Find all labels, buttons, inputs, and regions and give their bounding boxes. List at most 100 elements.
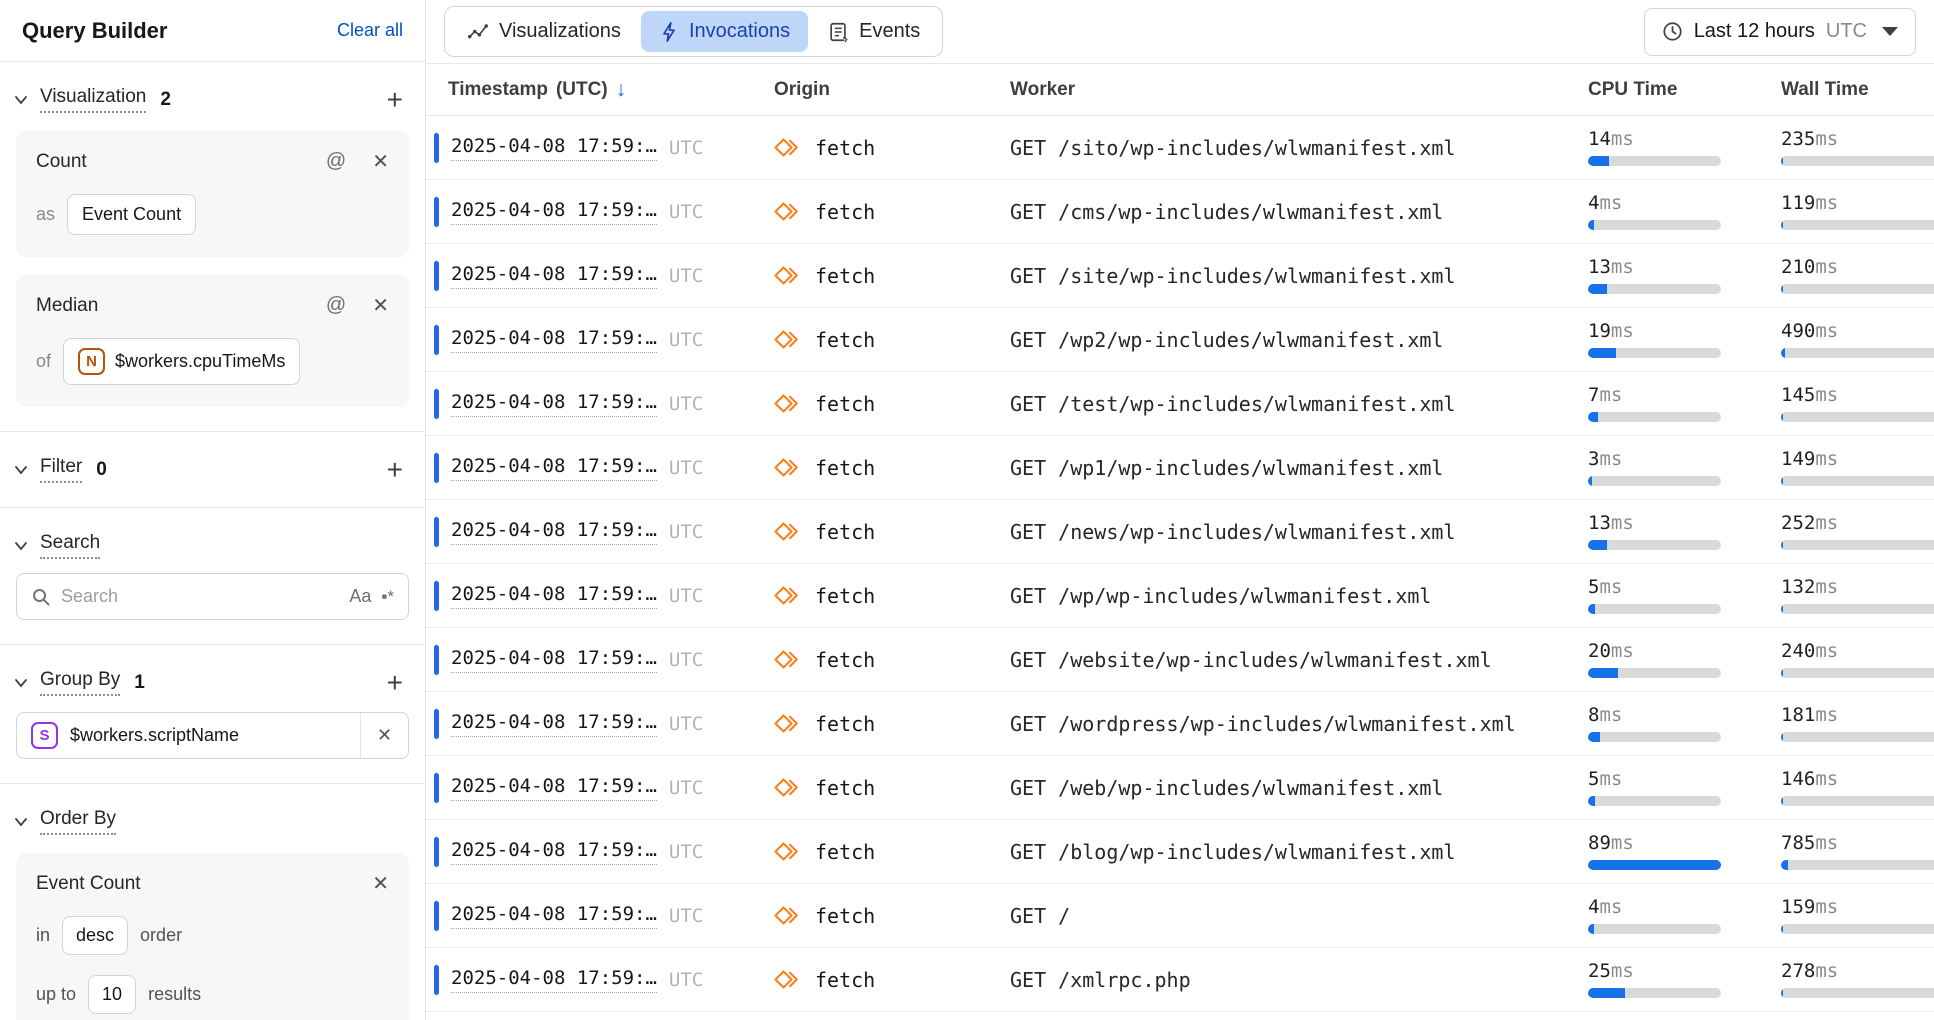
wall-time-cell: 159ms	[1781, 898, 1934, 934]
worker-cell: GET /web/wp-includes/wlwmanifest.xml	[1010, 776, 1588, 800]
timestamp-value[interactable]: 2025-04-08 17:59:…	[451, 583, 657, 609]
timestamp-value[interactable]: 2025-04-08 17:59:…	[451, 903, 657, 929]
chevron-down-icon[interactable]	[14, 95, 28, 105]
timestamp-value[interactable]: 2025-04-08 17:59:…	[451, 327, 657, 353]
table-row[interactable]: 2025-04-08 17:59:… UTC fetch GET /wp/wp-…	[426, 564, 1934, 628]
table-row[interactable]: 2025-04-08 17:59:… UTC fetch GET /sito/w…	[426, 116, 1934, 180]
cpu-time-bar	[1588, 348, 1721, 358]
table-row[interactable]: 2025-04-08 17:59:… UTC fetch GET / 4ms 1…	[426, 884, 1934, 948]
column-header-cpu-time[interactable]: CPU Time	[1588, 79, 1781, 101]
chevron-down-icon[interactable]	[14, 541, 28, 551]
column-header-wall-time[interactable]: Wall Time	[1781, 79, 1934, 101]
remove-group-by-icon[interactable]: ✕	[360, 713, 408, 758]
timestamp-value[interactable]: 2025-04-08 17:59:…	[451, 967, 657, 993]
filter-section-label[interactable]: Filter	[40, 456, 82, 483]
timestamp-value[interactable]: 2025-04-08 17:59:…	[451, 135, 657, 161]
match-case-icon[interactable]: Aa	[349, 586, 371, 607]
worker-request: GET /sito/wp-includes/wlwmanifest.xml	[1010, 136, 1456, 160]
chevron-down-icon[interactable]	[14, 678, 28, 688]
at-icon[interactable]: @	[326, 150, 346, 173]
add-filter-button[interactable]: +	[387, 460, 403, 480]
cpu-time-cell: 3ms	[1588, 450, 1781, 486]
column-header-origin[interactable]: Origin	[774, 79, 1010, 101]
worker-cell: GET /wp1/wp-includes/wlwmanifest.xml	[1010, 456, 1588, 480]
timestamp-value[interactable]: 2025-04-08 17:59:…	[451, 391, 657, 417]
row-indicator-bar	[434, 197, 439, 227]
wall-time-value: 119	[1781, 192, 1815, 214]
order-by-section-label[interactable]: Order By	[40, 808, 116, 835]
at-icon[interactable]: @	[326, 294, 346, 317]
table-row[interactable]: 2025-04-08 17:59:… UTC fetch GET /xmlrpc…	[426, 948, 1934, 1012]
table-row[interactable]: 2025-04-08 17:59:… UTC fetch GET /site/w…	[426, 244, 1934, 308]
timestamp-value[interactable]: 2025-04-08 17:59:…	[451, 775, 657, 801]
add-group-by-button[interactable]: +	[387, 673, 403, 693]
group-by-field-button[interactable]: S $workers.scriptName	[17, 722, 360, 749]
tab-events[interactable]: Events	[810, 11, 938, 52]
timestamp-value[interactable]: 2025-04-08 17:59:…	[451, 199, 657, 225]
table-row[interactable]: 2025-04-08 17:59:… UTC fetch GET /news/w…	[426, 500, 1934, 564]
wall-time-unit: ms	[1815, 256, 1838, 278]
table-row[interactable]: 2025-04-08 17:59:… UTC fetch GET /test/w…	[426, 372, 1934, 436]
regex-icon[interactable]: ▪*	[381, 587, 394, 607]
table-row[interactable]: 2025-04-08 17:59:… UTC fetch GET /cms/wp…	[426, 180, 1934, 244]
cpu-time-bar	[1588, 284, 1721, 294]
wall-time-cell: 145ms	[1781, 386, 1934, 422]
wall-time-bar	[1781, 860, 1934, 870]
cpu-time-unit: ms	[1611, 832, 1634, 854]
group-by-section-label[interactable]: Group By	[40, 669, 120, 696]
workers-observability-app: Query Builder Clear all Visualization 2 …	[0, 0, 1934, 1020]
chevron-down-icon[interactable]	[14, 817, 28, 827]
origin-value: fetch	[815, 392, 875, 416]
timestamp-value[interactable]: 2025-04-08 17:59:…	[451, 263, 657, 289]
tab-invocations[interactable]: Invocations	[641, 11, 808, 52]
worker-request: GET /news/wp-includes/wlwmanifest.xml	[1010, 520, 1456, 544]
event-count-alias-button[interactable]: Event Count	[67, 194, 196, 235]
timestamp-value[interactable]: 2025-04-08 17:59:…	[451, 711, 657, 737]
table-row[interactable]: 2025-04-08 17:59:… UTC fetch GET /web/wp…	[426, 756, 1934, 820]
cpu-time-cell: 4ms	[1588, 898, 1781, 934]
row-indicator-bar	[434, 709, 439, 739]
tab-visualizations[interactable]: Visualizations	[449, 11, 639, 52]
time-range-selector[interactable]: Last 12 hours UTC	[1644, 8, 1916, 56]
remove-visualization-icon[interactable]: ✕	[372, 293, 389, 318]
column-header-worker[interactable]: Worker	[1010, 79, 1588, 101]
timestamp-cell: 2025-04-08 17:59:… UTC	[434, 133, 774, 163]
table-row[interactable]: 2025-04-08 17:59:… UTC fetch GET /websit…	[426, 628, 1934, 692]
clear-all-button[interactable]: Clear all	[337, 20, 403, 41]
column-header-timestamp[interactable]: Timestamp (UTC) ↓	[434, 78, 774, 102]
order-direction-select[interactable]: desc	[62, 916, 128, 955]
median-field-button[interactable]: N $workers.cpuTimeMs	[63, 338, 300, 385]
search-section-label[interactable]: Search	[40, 532, 100, 559]
wall-time-bar-fill	[1781, 284, 1783, 294]
origin-cell: fetch	[774, 840, 1010, 864]
wall-time-cell: 785ms	[1781, 834, 1934, 870]
visualization-section-label[interactable]: Visualization	[40, 86, 146, 113]
remove-order-by-icon[interactable]: ✕	[372, 871, 389, 896]
cpu-time-value: 5	[1588, 768, 1599, 790]
timestamp-value[interactable]: 2025-04-08 17:59:…	[451, 455, 657, 481]
fetch-event-icon	[774, 265, 801, 286]
limit-input[interactable]: 10	[88, 975, 136, 1014]
number-type-icon: N	[78, 348, 105, 375]
wall-time-bar-fill	[1781, 796, 1783, 806]
cpu-time-unit: ms	[1599, 576, 1622, 598]
table-row[interactable]: 2025-04-08 17:59:… UTC fetch GET /wordpr…	[426, 692, 1934, 756]
fetch-event-icon	[774, 841, 801, 862]
table-row[interactable]: 2025-04-08 17:59:… UTC fetch GET /wp1/wp…	[426, 436, 1934, 500]
wall-time-bar-fill	[1781, 988, 1783, 998]
add-visualization-button[interactable]: +	[387, 90, 403, 110]
worker-cell: GET /xmlrpc.php	[1010, 968, 1588, 992]
timestamp-value[interactable]: 2025-04-08 17:59:…	[451, 519, 657, 545]
results-panel: Visualizations Invocations	[426, 0, 1934, 1020]
table-row[interactable]: 2025-04-08 17:59:… UTC fetch GET /wp2/wp…	[426, 308, 1934, 372]
cpu-time-cell: 13ms	[1588, 258, 1781, 294]
search-input[interactable]	[61, 586, 339, 607]
timestamp-value[interactable]: 2025-04-08 17:59:…	[451, 839, 657, 865]
table-row[interactable]: 2025-04-08 17:59:… UTC fetch GET /blog/w…	[426, 820, 1934, 884]
timestamp-value[interactable]: 2025-04-08 17:59:…	[451, 647, 657, 673]
cpu-time-bar-fill	[1588, 796, 1595, 806]
wall-time-value: 240	[1781, 640, 1815, 662]
chevron-down-icon[interactable]	[14, 465, 28, 475]
remove-visualization-icon[interactable]: ✕	[372, 149, 389, 174]
row-indicator-bar	[434, 325, 439, 355]
